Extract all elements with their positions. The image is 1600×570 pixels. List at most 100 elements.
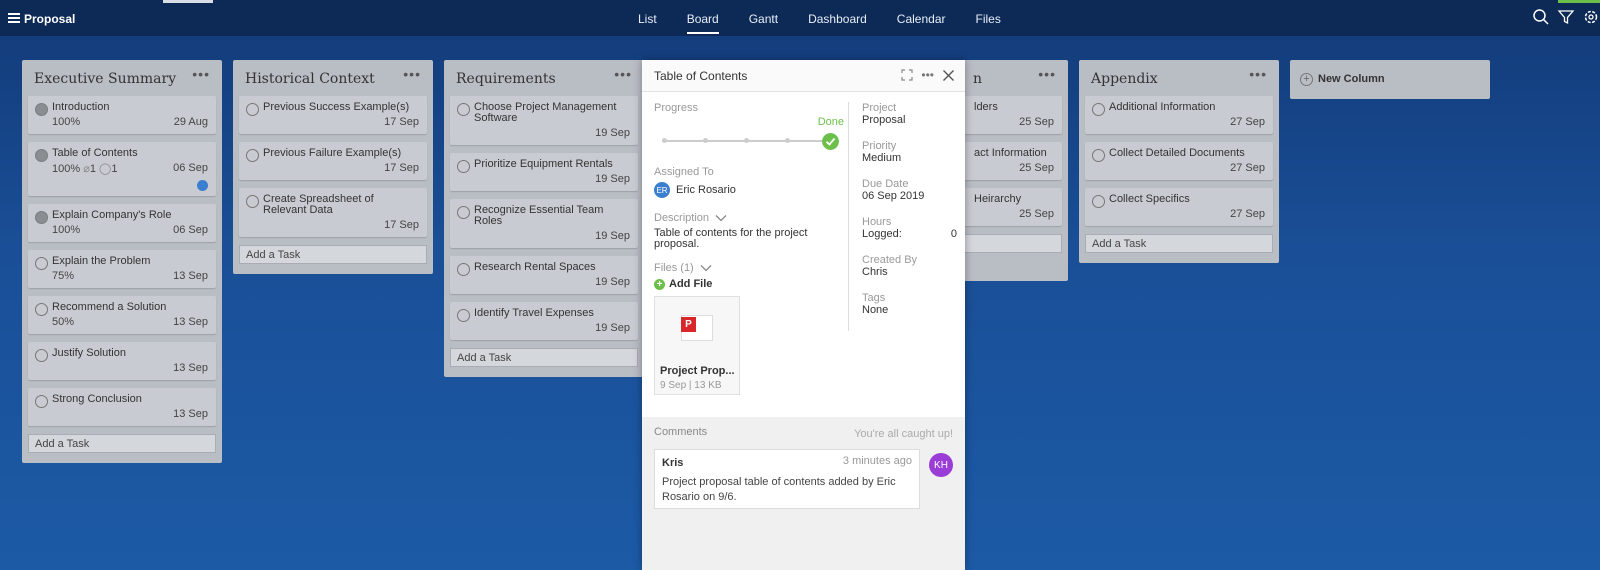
task-card[interactable]: Table of Contents 100% ⌀1 ◯1 06 Sep xyxy=(28,142,216,196)
files-toggle[interactable]: Files (1) xyxy=(654,262,844,274)
column-menu-icon[interactable]: ••• xyxy=(403,66,421,82)
task-date: 17 Sep xyxy=(384,219,419,231)
complete-checkbox[interactable] xyxy=(457,103,470,116)
complete-checkbox[interactable] xyxy=(1092,195,1105,208)
task-card[interactable]: Previous Success Example(s) 17 Sep xyxy=(239,96,427,134)
more-options-icon[interactable]: ••• xyxy=(921,68,934,82)
nav-board[interactable]: Board xyxy=(686,0,719,36)
task-card[interactable]: Explain the Problem 75% 13 Sep xyxy=(28,250,216,288)
task-date: 13 Sep xyxy=(173,362,208,374)
file-card[interactable]: P Project Prop... 9 Sep | 13 KB xyxy=(654,296,740,395)
comment-count: 1 xyxy=(111,163,118,175)
task-name: Previous Success Example(s) xyxy=(263,101,410,113)
description-toggle[interactable]: Description xyxy=(654,212,844,224)
complete-checkbox[interactable] xyxy=(457,309,470,322)
task-name: act Information xyxy=(974,147,1047,159)
complete-checkbox[interactable] xyxy=(35,149,48,162)
comments-label: Comments xyxy=(654,426,708,438)
column-title: Executive Summary xyxy=(34,71,177,87)
column-menu-icon[interactable]: ••• xyxy=(1038,66,1056,82)
logged-value[interactable]: 0 xyxy=(951,228,957,240)
add-file-button[interactable]: + Add File xyxy=(654,278,844,290)
complete-checkbox[interactable] xyxy=(35,395,48,408)
check-icon[interactable] xyxy=(822,133,839,150)
priority-value[interactable]: Medium xyxy=(862,152,957,164)
column-menu-icon[interactable]: ••• xyxy=(614,66,632,82)
nav-calendar[interactable]: Calendar xyxy=(897,0,946,36)
top-actions xyxy=(1525,8,1600,26)
task-card[interactable]: Recommend a Solution 50% 13 Sep xyxy=(28,296,216,334)
add-file-label: Add File xyxy=(669,278,713,290)
task-card[interactable]: Collect Detailed Documents 27 Sep xyxy=(1085,142,1273,180)
add-task-input[interactable]: Add a Task xyxy=(1085,234,1273,253)
project-value[interactable]: Proposal xyxy=(862,114,957,126)
task-card[interactable]: Additional Information 27 Sep xyxy=(1085,96,1273,134)
task-card[interactable]: Collect Specifics 27 Sep xyxy=(1085,188,1273,226)
column-menu-icon[interactable]: ••• xyxy=(192,66,210,82)
nav-gantt[interactable]: Gantt xyxy=(749,0,778,36)
add-task-input[interactable]: Add a Task xyxy=(239,245,427,264)
complete-checkbox[interactable] xyxy=(457,206,470,219)
task-name: Collect Specifics xyxy=(1109,193,1190,205)
task-name: Previous Failure Example(s) xyxy=(263,147,402,159)
progress-slider[interactable] xyxy=(654,133,844,152)
pane-divider xyxy=(848,102,849,331)
task-card[interactable]: Prioritize Equipment Rentals 19 Sep xyxy=(450,153,638,191)
task-name: Research Rental Spaces xyxy=(474,261,596,273)
task-card[interactable]: Create Spreadsheet of Relevant Data 17 S… xyxy=(239,188,427,237)
nav-dashboard[interactable]: Dashboard xyxy=(808,0,867,36)
task-date: 25 Sep xyxy=(1019,208,1054,220)
close-icon[interactable] xyxy=(942,69,955,82)
search-icon[interactable] xyxy=(1532,8,1550,26)
hours-label: Hours xyxy=(862,216,892,228)
task-name: Additional Information xyxy=(1109,101,1216,113)
complete-checkbox[interactable] xyxy=(35,349,48,362)
task-card[interactable]: Identify Travel Expenses 19 Sep xyxy=(450,302,638,340)
complete-checkbox[interactable] xyxy=(457,160,470,173)
assignee[interactable]: ER Eric Rosario xyxy=(654,182,844,198)
complete-checkbox[interactable] xyxy=(35,303,48,316)
task-name: Recognize Essential Team Roles xyxy=(474,204,604,227)
add-task-input[interactable]: Add a Task xyxy=(28,434,216,453)
complete-checkbox[interactable] xyxy=(35,257,48,270)
task-card[interactable]: Justify Solution 13 Sep xyxy=(28,342,216,380)
task-detail-panel: Table of Contents ••• Progress Done Assi… xyxy=(642,60,965,570)
complete-checkbox[interactable] xyxy=(35,103,48,116)
column-menu-icon[interactable]: ••• xyxy=(1249,66,1267,82)
task-date: 13 Sep xyxy=(173,408,208,420)
project-title[interactable]: Proposal xyxy=(24,12,75,26)
filter-icon[interactable] xyxy=(1557,8,1575,26)
assigned-label: Assigned To xyxy=(654,166,714,178)
tags-value[interactable]: None xyxy=(862,304,957,316)
complete-checkbox[interactable] xyxy=(457,263,470,276)
complete-checkbox[interactable] xyxy=(246,195,259,208)
task-card[interactable]: Previous Failure Example(s) 17 Sep xyxy=(239,142,427,180)
due-date-value[interactable]: 06 Sep 2019 xyxy=(862,190,957,202)
complete-checkbox[interactable] xyxy=(246,149,259,162)
task-name: Explain the Problem xyxy=(52,255,151,267)
nav-files[interactable]: Files xyxy=(976,0,1001,36)
task-card[interactable]: Explain Company's Role 100% 06 Sep xyxy=(28,204,216,242)
complete-checkbox[interactable] xyxy=(1092,149,1105,162)
task-card[interactable]: Research Rental Spaces 19 Sep xyxy=(450,256,638,294)
globe-icon xyxy=(197,180,208,191)
expand-icon[interactable] xyxy=(901,69,913,81)
task-date: 25 Sep xyxy=(1019,162,1054,174)
task-card[interactable]: Recognize Essential Team Roles 19 Sep xyxy=(450,199,638,248)
hamburger-menu-icon[interactable] xyxy=(8,13,20,23)
nav-list[interactable]: List xyxy=(638,0,657,36)
add-task-input[interactable]: Add a Task xyxy=(450,348,638,367)
task-date: 19 Sep xyxy=(595,230,630,242)
task-card[interactable]: Choose Project Management Software 19 Se… xyxy=(450,96,638,145)
task-progress: 50% xyxy=(52,316,75,328)
chevron-down-icon xyxy=(700,265,712,272)
top-bar: Proposal List Board Gantt Dashboard Cale… xyxy=(0,0,1600,36)
complete-checkbox[interactable] xyxy=(246,103,259,116)
task-card[interactable]: Introduction 100% 29 Aug xyxy=(28,96,216,134)
new-column-button[interactable]: + New Column xyxy=(1290,60,1490,99)
description-text[interactable]: Table of contents for the project propos… xyxy=(654,228,844,250)
complete-checkbox[interactable] xyxy=(35,211,48,224)
task-card[interactable]: Strong Conclusion 13 Sep xyxy=(28,388,216,426)
gear-icon[interactable] xyxy=(1582,8,1600,26)
complete-checkbox[interactable] xyxy=(1092,103,1105,116)
